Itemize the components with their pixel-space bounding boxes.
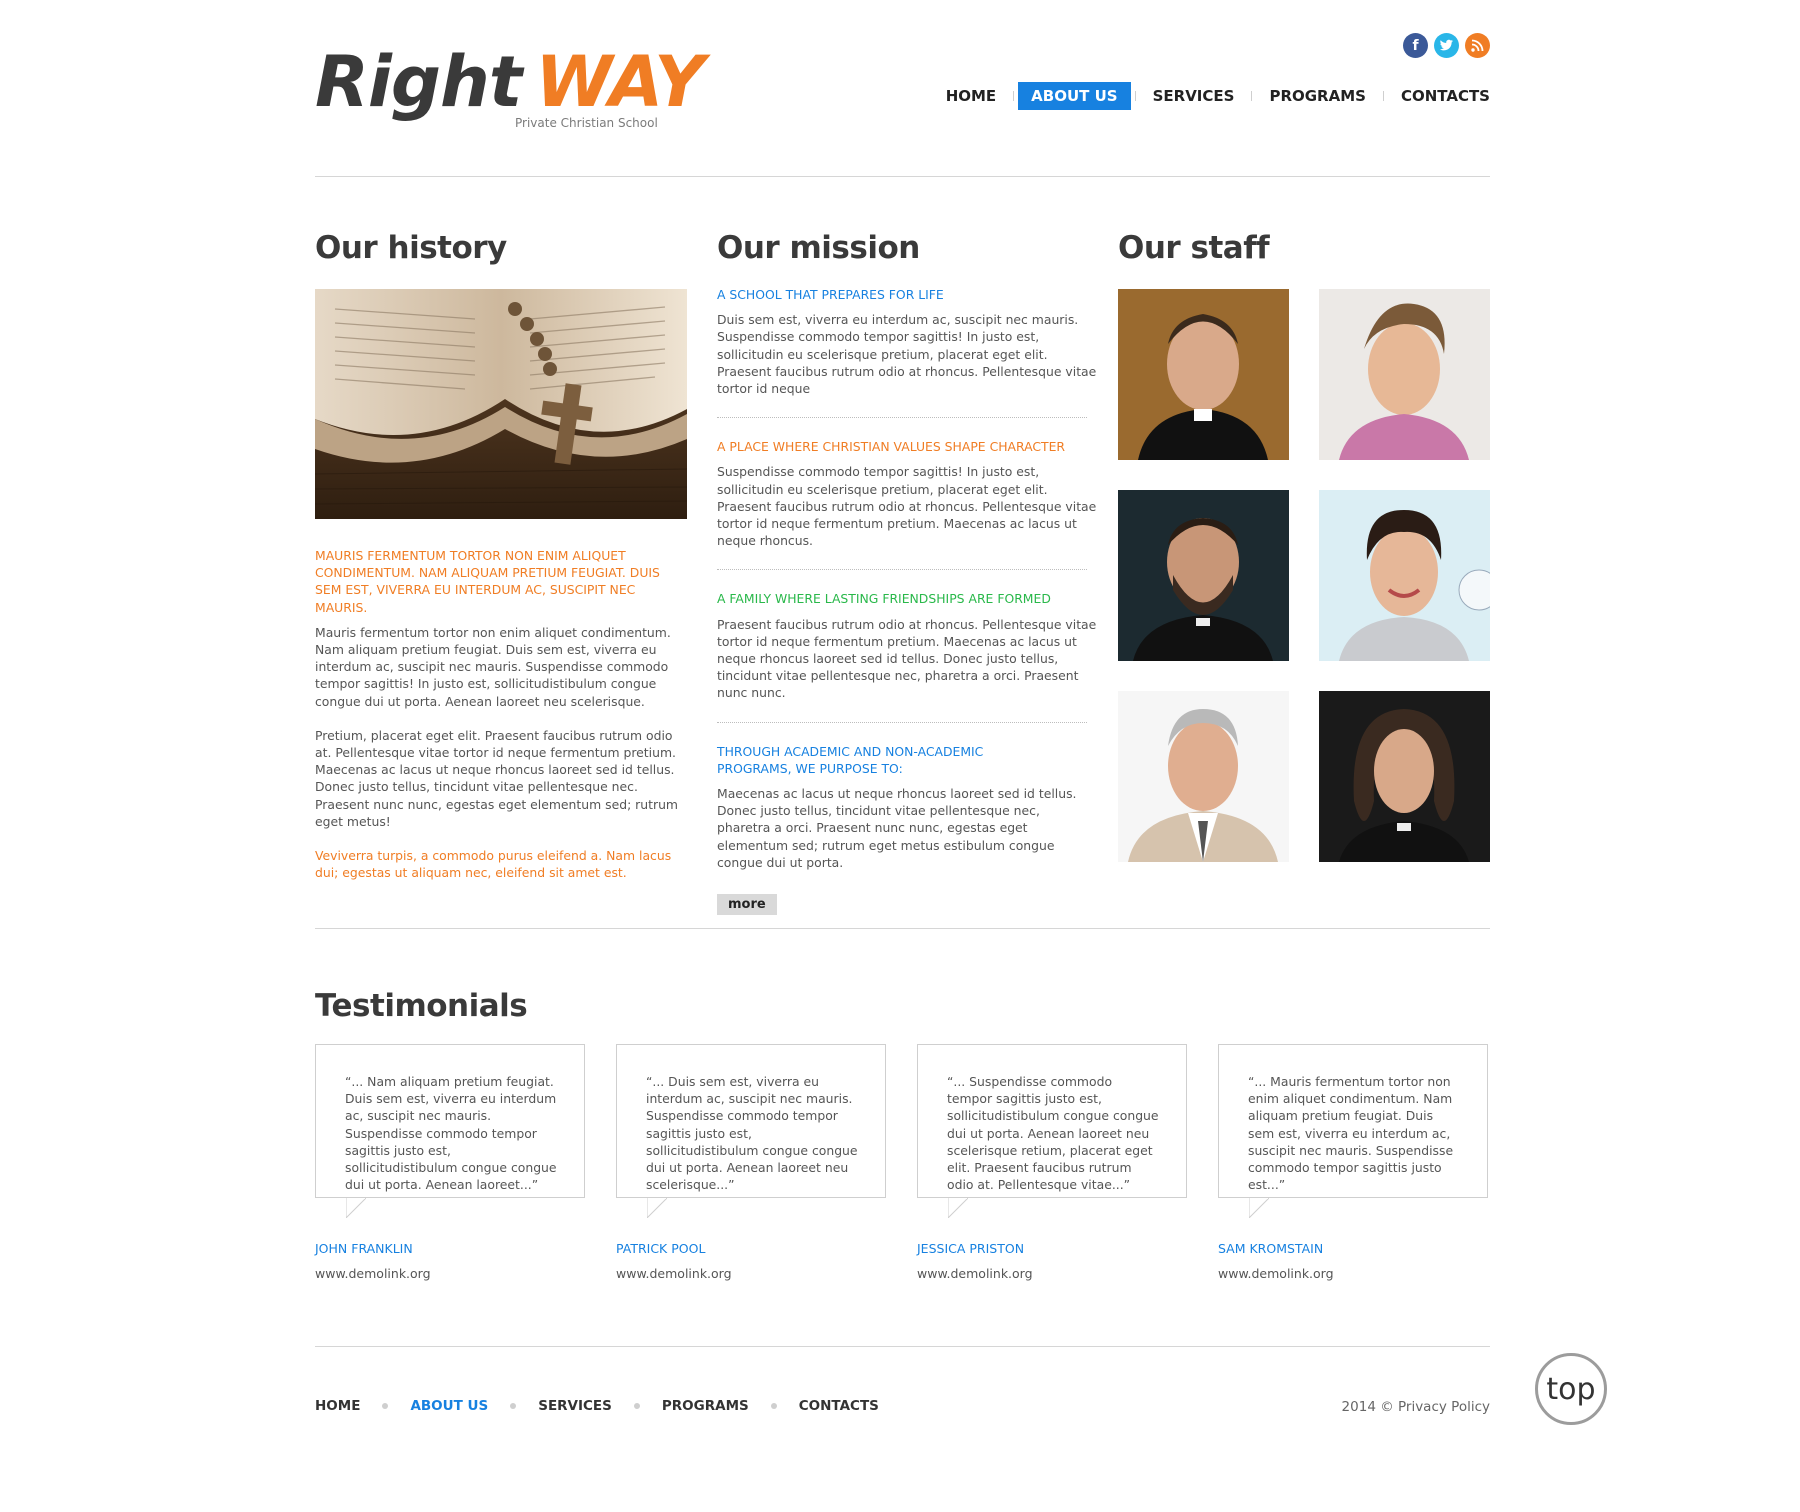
footer-nav-home[interactable]: HOME xyxy=(315,1398,360,1414)
footer-nav: HOME ABOUT US SERVICES PROGRAMS CONTACTS xyxy=(315,1398,879,1414)
copyright[interactable]: 2014 © Privacy Policy xyxy=(1342,1399,1490,1415)
mission-heading: A PLACE WHERE CHRISTIAN VALUES SHAPE CHA… xyxy=(717,439,1066,455)
footer-nav-dot xyxy=(382,1403,389,1409)
speech-tail xyxy=(948,1198,968,1218)
mission-divider xyxy=(717,569,1087,571)
main-nav: HOME ABOUT US SERVICES PROGRAMS CONTACTS xyxy=(933,82,1490,110)
staff-column: Our staff xyxy=(1118,228,1490,268)
testimonial-quote: “... Mauris fermentum tortor non enim al… xyxy=(1248,1074,1454,1193)
nav-contacts[interactable]: CONTACTS xyxy=(1388,82,1490,110)
mission-text: Praesent faucibus rutrum odio at rhoncus… xyxy=(717,616,1097,701)
testimonial-card: “... Nam aliquam pretium feugiat. Duis s… xyxy=(315,1044,585,1218)
speech-tail xyxy=(1249,1198,1269,1218)
logo-tagline: Private Christian School xyxy=(515,116,658,130)
staff-title: Our staff xyxy=(1118,230,1270,266)
nav-separator xyxy=(1251,91,1253,101)
staff-photo[interactable] xyxy=(1319,691,1490,862)
testimonial-quote: “... Nam aliquam pretium feugiat. Duis s… xyxy=(345,1074,557,1193)
mission-divider xyxy=(717,417,1087,419)
twitter-icon[interactable] xyxy=(1434,33,1459,58)
testimonial-link[interactable]: www.demolink.org xyxy=(616,1266,732,1281)
mission-heading: A FAMILY WHERE LASTING FRIENDSHIPS ARE F… xyxy=(717,591,1051,607)
nav-separator xyxy=(1382,91,1384,101)
footer-nav-about-us[interactable]: ABOUT US xyxy=(410,1398,488,1414)
mission-column: Our mission A SCHOOL THAT PREPARES FOR L… xyxy=(717,228,1097,916)
mission-item: A SCHOOL THAT PREPARES FOR LIFE Duis sem… xyxy=(717,286,1097,397)
footer-nav-dot xyxy=(510,1403,517,1409)
testimonial-quote: “... Suspendisse commodo tempor sagittis… xyxy=(947,1074,1159,1193)
staff-photo[interactable] xyxy=(1319,289,1490,460)
testimonial-link[interactable]: www.demolink.org xyxy=(1218,1266,1334,1281)
mission-divider xyxy=(717,721,1087,723)
nav-services[interactable]: SERVICES xyxy=(1140,82,1248,110)
nav-separator xyxy=(1013,91,1015,101)
facebook-icon[interactable]: f xyxy=(1403,33,1428,58)
testimonials-title: Testimonials xyxy=(315,988,528,1024)
testimonial-link[interactable]: www.demolink.org xyxy=(315,1266,431,1281)
testimonial-link[interactable]: www.demolink.org xyxy=(917,1266,1033,1281)
history-paragraph-3: Veviverra turpis, a commodo purus eleife… xyxy=(315,848,672,881)
testimonial-card: “... Duis sem est, viverra eu interdum a… xyxy=(616,1044,886,1218)
logo[interactable]: Right WAY Private Christian School xyxy=(315,41,705,130)
history-lead: MAURIS FERMENTUM TORTOR NON ENIM ALIQUET… xyxy=(315,548,660,615)
footer-nav-programs[interactable]: PROGRAMS xyxy=(662,1398,749,1414)
logo-word-way: WAY xyxy=(535,41,705,123)
header-divider xyxy=(315,176,1490,177)
staff-photo[interactable] xyxy=(1118,490,1289,661)
testimonial-author[interactable]: JOHN FRANKLIN xyxy=(315,1241,413,1256)
staff-photo[interactable] xyxy=(1118,289,1289,460)
history-column: Our history MAURIS FERMENTUM TORTOR NON … xyxy=(314,228,688,881)
nav-about-us[interactable]: ABOUT US xyxy=(1018,82,1131,110)
nav-programs[interactable]: PROGRAMS xyxy=(1256,82,1379,110)
section-divider xyxy=(315,928,1490,929)
footer-nav-dot xyxy=(633,1403,640,1409)
history-paragraph-1: Mauris fermentum tortor non enim aliquet… xyxy=(315,624,671,709)
mission-item: A FAMILY WHERE LASTING FRIENDSHIPS ARE F… xyxy=(717,590,1097,701)
logo-word-right: Right xyxy=(315,41,522,123)
testimonial-quote: “... Duis sem est, viverra eu interdum a… xyxy=(646,1074,858,1193)
back-to-top-button[interactable]: top xyxy=(1535,1353,1607,1425)
more-button[interactable]: more xyxy=(717,894,777,916)
testimonial-author[interactable]: SAM KROMSTAIN xyxy=(1218,1241,1323,1256)
page: Right WAY Private Christian School f HOME… xyxy=(314,0,1490,1512)
testimonial-card: “... Suspendisse commodo tempor sagittis… xyxy=(917,1044,1187,1218)
mission-text: Maecenas ac lacus ut neque rhoncus laore… xyxy=(717,786,1077,870)
testimonial-author[interactable]: PATRICK POOL xyxy=(616,1241,705,1256)
nav-separator xyxy=(1134,91,1136,101)
testimonial-author[interactable]: JESSICA PRISTON xyxy=(917,1241,1024,1256)
history-paragraph-2: Pretium, placerat eget elit. Praesent fa… xyxy=(315,727,679,829)
mission-item: THROUGH ACADEMIC AND NON-ACADEMIC PROGRA… xyxy=(717,743,1097,871)
footer-nav-contacts[interactable]: CONTACTS xyxy=(799,1398,879,1414)
footer-nav-dot xyxy=(770,1403,777,1409)
footer-nav-services[interactable]: SERVICES xyxy=(538,1398,612,1414)
history-title: Our history xyxy=(315,230,507,266)
mission-text: Suspendisse commodo tempor sagittis! In … xyxy=(717,464,1097,549)
speech-tail xyxy=(346,1198,366,1218)
testimonial-card: “... Mauris fermentum tortor non enim al… xyxy=(1218,1044,1488,1218)
rss-icon[interactable] xyxy=(1465,33,1490,58)
history-image xyxy=(314,289,688,519)
mission-title: Our mission xyxy=(717,230,920,266)
mission-heading: THROUGH ACADEMIC AND NON-ACADEMIC PROGRA… xyxy=(717,743,984,776)
mission-text: Duis sem est, viverra eu interdum ac, su… xyxy=(717,312,1097,397)
staff-photo[interactable] xyxy=(1319,490,1490,661)
staff-photo[interactable] xyxy=(1118,691,1289,862)
social-links: f xyxy=(1403,33,1490,58)
mission-heading: A SCHOOL THAT PREPARES FOR LIFE xyxy=(717,287,944,302)
nav-home[interactable]: HOME xyxy=(933,82,1009,110)
footer-divider xyxy=(315,1346,1490,1347)
mission-item: A PLACE WHERE CHRISTIAN VALUES SHAPE CHA… xyxy=(717,438,1097,549)
speech-tail xyxy=(647,1198,667,1218)
